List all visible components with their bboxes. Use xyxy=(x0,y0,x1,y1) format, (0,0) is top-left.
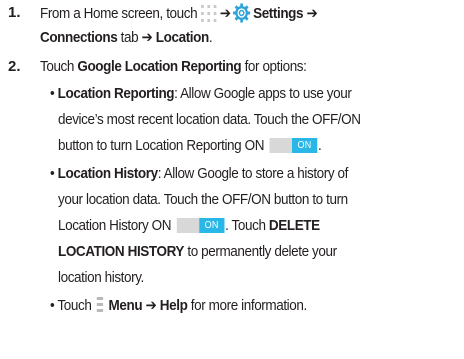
arrow-icon: ➔ xyxy=(306,4,318,22)
bullet-menu-help-line: • Touch Menu ➔ Help for more information. xyxy=(50,297,307,315)
step-text: Touch xyxy=(40,58,78,75)
bullet-location-history-line-1: • Location History: Allow Google to stor… xyxy=(50,165,348,183)
settings-label: Settings xyxy=(253,4,304,22)
bullet-text: . xyxy=(318,137,322,154)
arrow-icon: ➔ xyxy=(141,29,153,46)
step-1-line-2: Connections tab ➔ Location. xyxy=(40,29,213,47)
bullet-text: location history. xyxy=(58,269,144,286)
bullet-text: to permanently delete your xyxy=(184,243,337,260)
arrow-icon: ➔ xyxy=(219,4,231,22)
step-2-lead: Touch Google Location Reporting for opti… xyxy=(40,58,307,76)
bullet-location-reporting-line-1: • Location Reporting: Allow Google apps … xyxy=(50,85,352,103)
delete-label: DELETE xyxy=(268,217,320,234)
bullet-location-reporting-line-2: device’s most recent location data. Touc… xyxy=(58,111,361,129)
step-1-line-1: From a Home screen, touch ➔ Settings ➔ xyxy=(40,3,318,24)
location-history-toggle[interactable]: ON xyxy=(176,217,225,233)
menu-icon xyxy=(96,297,104,313)
step-number: 1. xyxy=(8,4,21,21)
step-number: 2. xyxy=(8,58,21,75)
document-page: 1. From a Home screen, touch ➔ Settings ➔ … xyxy=(0,0,464,359)
bullet-location-history-line-2: your location data. Touch the OFF/ON but… xyxy=(58,191,348,209)
bullet-location-history-line-3: Location History ON ON . Touch DELETE xyxy=(58,217,320,235)
step-text: tab xyxy=(117,29,142,46)
bullet-text: . Touch xyxy=(225,217,269,234)
help-label: Help xyxy=(159,297,188,314)
location-reporting-title: Location Reporting xyxy=(57,85,175,102)
bullet-text: : Allow Google apps to use your xyxy=(174,85,352,102)
arrow-icon: ➔ xyxy=(145,297,157,314)
settings-gear-icon xyxy=(232,3,250,23)
bullet-icon: • xyxy=(50,297,55,314)
bullet-text: : Allow Google to store a history of xyxy=(157,165,349,182)
toggle-knob: ON xyxy=(199,217,225,233)
apps-icon xyxy=(200,4,217,22)
bullet-text: Touch xyxy=(57,297,92,314)
toggle-knob: ON xyxy=(291,137,318,153)
location-history-label: LOCATION HISTORY xyxy=(58,243,185,260)
google-location-reporting-label: Google Location Reporting xyxy=(77,58,242,75)
step-text: From a Home screen, touch xyxy=(40,4,198,22)
bullet-location-history-line-5: location history. xyxy=(58,269,144,287)
menu-label: Menu xyxy=(108,297,143,314)
bullet-text: for more information. xyxy=(187,297,307,314)
bullet-icon: • xyxy=(50,165,55,182)
bullet-text: Location History ON xyxy=(58,217,172,234)
bullet-icon: • xyxy=(50,85,55,102)
location-reporting-toggle[interactable]: ON xyxy=(269,137,318,153)
location-label: Location xyxy=(152,29,209,46)
location-history-title: Location History xyxy=(57,165,158,182)
bullet-text: button to turn Location Reporting ON xyxy=(58,137,265,154)
toggle-on-label: ON xyxy=(297,139,312,151)
bullet-location-reporting-line-3: button to turn Location Reporting ON ON. xyxy=(58,137,322,155)
bullet-text: device’s most recent location data. Touc… xyxy=(58,111,361,128)
toggle-on-label: ON xyxy=(204,219,219,231)
bullet-text: your location data. Touch the OFF/ON but… xyxy=(58,191,348,208)
step-text: . xyxy=(208,29,213,46)
step-text: for options: xyxy=(241,58,307,75)
bullet-location-history-line-4: LOCATION HISTORY to permanently delete y… xyxy=(58,243,337,261)
connections-label: Connections xyxy=(40,29,118,46)
